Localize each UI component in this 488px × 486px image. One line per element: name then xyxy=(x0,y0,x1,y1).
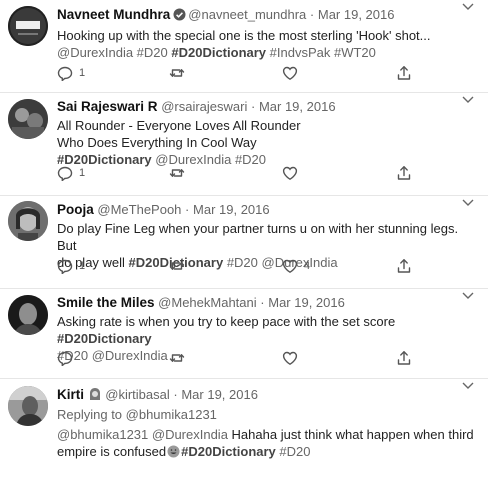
reply-icon xyxy=(57,66,73,81)
retweet-icon xyxy=(169,262,185,270)
like-button[interactable]: 4 xyxy=(282,258,310,274)
tweet-text: Hooking up with the special one is the m… xyxy=(57,28,431,60)
avatar[interactable] xyxy=(8,386,48,426)
tweet-header: Sai Rajeswari R @rsairajeswari · Mar 19,… xyxy=(57,99,336,114)
retweet-button[interactable] xyxy=(169,165,185,181)
retweet-icon xyxy=(169,69,185,77)
reply-count: 1 xyxy=(79,260,86,272)
like-count: 4 xyxy=(304,260,311,272)
avatar[interactable] xyxy=(8,6,48,46)
tweet-item[interactable]: Navneet Mundhra @navneet_mundhra · Mar 19… xyxy=(0,0,488,93)
nun-emoji-icon xyxy=(88,387,102,406)
reply-icon xyxy=(57,259,73,274)
share-button[interactable] xyxy=(396,350,412,366)
tweet-item[interactable]: Pooja @MeThePooh · Mar 19, 2016 Do play … xyxy=(0,196,488,289)
beatles-avatar-image xyxy=(8,6,48,46)
like-icon xyxy=(282,351,298,365)
like-icon xyxy=(282,259,298,273)
tweet-date[interactable]: Mar 19, 2016 xyxy=(181,387,258,402)
author-name[interactable]: Kirti xyxy=(57,387,84,402)
verified-badge-icon xyxy=(173,8,186,26)
author-handle[interactable]: @MeThePooh xyxy=(97,202,181,217)
tweet-item[interactable]: Sai Rajeswari R @rsairajeswari · Mar 19,… xyxy=(0,93,488,196)
like-button[interactable] xyxy=(282,165,304,181)
caret-down-icon[interactable] xyxy=(462,95,474,105)
caret-down-icon[interactable] xyxy=(462,2,474,12)
caret-down-icon[interactable] xyxy=(462,291,474,301)
author-handle[interactable]: @MehekMahtani xyxy=(158,295,256,310)
share-icon xyxy=(397,259,411,273)
author-handle[interactable]: @rsairajeswari xyxy=(161,99,247,114)
profile-photo xyxy=(8,201,48,241)
profile-photo xyxy=(8,386,48,426)
reply-icon xyxy=(57,166,73,181)
retweet-button[interactable] xyxy=(169,258,185,274)
share-icon xyxy=(397,351,411,365)
share-icon xyxy=(397,166,411,180)
like-button[interactable] xyxy=(282,65,304,81)
tweet-item[interactable]: Smile the Miles @MehekMahtani · Mar 19, … xyxy=(0,289,488,379)
like-icon xyxy=(282,66,298,80)
tweet-item[interactable]: Kirti @kirtibasal · Mar 19, 2016 Replyin… xyxy=(0,379,488,486)
tweet-header: Smile the Miles @MehekMahtani · Mar 19, … xyxy=(57,295,345,310)
tweet-date[interactable]: Mar 19, 2016 xyxy=(259,99,336,114)
like-icon xyxy=(282,166,298,180)
replying-to[interactable]: Replying to @bhumika1231 xyxy=(57,406,474,423)
tweet-actions: 1 4 xyxy=(57,258,474,276)
avatar[interactable] xyxy=(8,295,48,335)
reply-button[interactable]: 1 xyxy=(57,65,85,81)
reply-button[interactable]: 1 xyxy=(57,165,85,181)
share-icon xyxy=(397,66,411,80)
author-name[interactable]: Smile the Miles xyxy=(57,295,155,310)
like-button[interactable] xyxy=(282,350,304,366)
grinning-sweat-emoji-icon xyxy=(167,445,180,462)
avatar[interactable] xyxy=(8,201,48,241)
tweet-date[interactable]: Mar 19, 2016 xyxy=(193,202,270,217)
reply-count: 1 xyxy=(79,167,86,179)
reply-button[interactable]: 1 xyxy=(57,258,85,274)
caret-down-icon[interactable] xyxy=(462,198,474,208)
tweet-text: @bhumika1231 @DurexIndia Hahaha just thi… xyxy=(57,426,474,462)
profile-photo xyxy=(8,295,48,335)
profile-photo xyxy=(8,99,48,139)
tweet-header: Pooja @MeThePooh · Mar 19, 2016 xyxy=(57,202,270,217)
reply-button[interactable] xyxy=(57,350,79,366)
tweet-actions xyxy=(57,350,474,368)
tweet-actions: 1 xyxy=(57,165,474,183)
tweet-actions: 1 xyxy=(57,65,474,83)
reply-count: 1 xyxy=(79,67,86,79)
retweet-icon xyxy=(169,169,185,177)
retweet-button[interactable] xyxy=(169,350,185,366)
share-button[interactable] xyxy=(396,258,412,274)
author-handle[interactable]: @navneet_mundhra xyxy=(188,7,306,22)
reply-icon xyxy=(57,351,73,366)
tweet-date[interactable]: Mar 19, 2016 xyxy=(268,295,345,310)
share-button[interactable] xyxy=(396,165,412,181)
tweet-text: All Rounder - Everyone Loves All Rounder… xyxy=(57,118,301,167)
tweet-header: Kirti @kirtibasal · Mar 19, 2016 xyxy=(57,386,474,406)
avatar[interactable] xyxy=(8,99,48,139)
tweet-date[interactable]: Mar 19, 2016 xyxy=(318,7,395,22)
author-name[interactable]: Sai Rajeswari R xyxy=(57,99,158,114)
author-name[interactable]: Pooja xyxy=(57,202,94,217)
author-handle[interactable]: @kirtibasal xyxy=(105,387,170,402)
retweet-button[interactable] xyxy=(169,65,185,81)
retweet-icon xyxy=(169,354,185,362)
share-button[interactable] xyxy=(396,65,412,81)
caret-down-icon[interactable] xyxy=(462,381,474,391)
tweet-header: Navneet Mundhra @navneet_mundhra · Mar 19… xyxy=(57,6,474,26)
author-name[interactable]: Navneet Mundhra xyxy=(57,7,170,22)
